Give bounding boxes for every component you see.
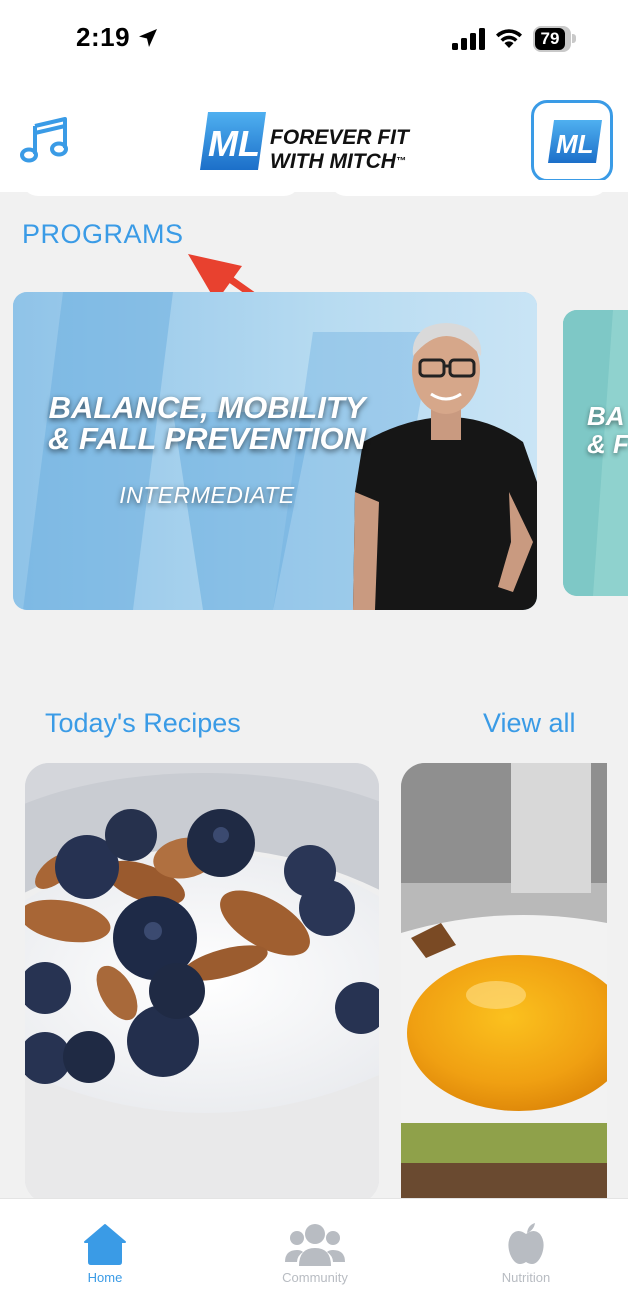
apple-icon xyxy=(508,1223,544,1264)
wifi-icon xyxy=(496,29,522,48)
scrolled-card-edge xyxy=(330,180,608,196)
community-icon xyxy=(285,1224,345,1266)
tab-nutrition[interactable]: Nutrition xyxy=(466,1214,586,1285)
recipe-image-egg xyxy=(401,763,607,1203)
view-all-link[interactable]: View all xyxy=(483,708,576,739)
scrolled-card-edge xyxy=(22,180,300,196)
recipe-card[interactable] xyxy=(25,763,379,1203)
program-level: INTERMEDIATE xyxy=(119,482,295,508)
program-card[interactable]: BA & F xyxy=(563,310,628,596)
profile-button[interactable]: ML xyxy=(531,100,613,182)
logo-trademark: ™ xyxy=(395,156,406,167)
programs-section-title: PROGRAMS xyxy=(22,219,184,249)
tab-label-nutrition: Nutrition xyxy=(501,1270,551,1285)
tab-community[interactable]: Community xyxy=(255,1214,375,1285)
recipe-image-yogurt xyxy=(25,763,379,1203)
recipes-section-title: Today's Recipes xyxy=(45,708,241,738)
program-title: BALANCE, MOBILITY & FALL PREVENTION xyxy=(47,390,367,456)
profile-logo-icon: ML xyxy=(548,120,602,163)
tab-label-community: Community xyxy=(282,1270,348,1285)
profile-monogram: ML xyxy=(556,129,594,159)
program-title: BA & F xyxy=(587,401,628,459)
program-card[interactable]: BALANCE, MOBILITY & FALL PREVENTION INTE… xyxy=(13,292,537,610)
logo-monogram-icon: ML xyxy=(200,112,266,170)
cellular-signal-icon xyxy=(452,28,485,50)
tab-home[interactable]: Home xyxy=(45,1214,165,1285)
battery-level: 79 xyxy=(535,28,565,50)
music-note-icon[interactable] xyxy=(18,114,70,166)
logo-text: FOREVER FIT WITH MITCH™ xyxy=(270,126,409,173)
battery-icon: 79 xyxy=(533,26,577,52)
tab-label-home: Home xyxy=(87,1270,123,1285)
location-arrow-icon xyxy=(139,29,157,47)
recipe-card[interactable] xyxy=(401,763,607,1203)
status-time: 2:19 xyxy=(76,22,131,52)
logo-monogram: ML xyxy=(208,123,260,164)
home-icon xyxy=(84,1224,126,1265)
